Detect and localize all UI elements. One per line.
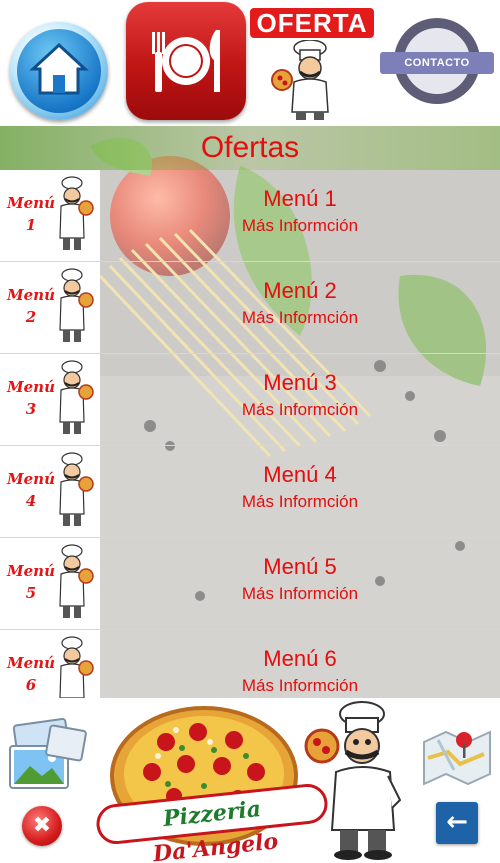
thumbnail-label: Menú 4 bbox=[7, 470, 55, 510]
pizzeria-logo: Pizzeria Da'Angelo bbox=[86, 702, 332, 863]
menu-title: Menú 5 bbox=[263, 554, 337, 579]
close-button[interactable]: ✖ bbox=[22, 806, 62, 846]
thumbnail-label: Menú 3 bbox=[7, 378, 55, 418]
menu-title: Menú 1 bbox=[263, 186, 337, 211]
list-item[interactable]: Menú 1 Menú 1 Más Informción bbox=[0, 170, 500, 262]
chef-icon bbox=[271, 40, 329, 120]
chef-icon bbox=[59, 636, 94, 698]
brand-name-a: Pizzeria bbox=[161, 795, 263, 833]
menu-title: Menú 3 bbox=[263, 370, 337, 395]
menu-title: Menú 2 bbox=[263, 278, 337, 303]
menu-thumbnail: Menú 3 bbox=[0, 354, 100, 445]
more-info-link[interactable]: Más Informción bbox=[100, 399, 500, 421]
menu-title: Menú 4 bbox=[263, 462, 337, 487]
offers-content: Ofertas Menú 1 Menú 1 Más Informción Men… bbox=[0, 126, 500, 698]
thumbnail-label: Menú 2 bbox=[7, 286, 55, 326]
more-info-link[interactable]: Más Informción bbox=[100, 491, 500, 513]
gallery-button[interactable] bbox=[6, 717, 88, 792]
footer: ✖ Pizzeria Da'Angelo ← bbox=[0, 698, 500, 863]
menu-thumbnail: Menú 2 bbox=[0, 262, 100, 353]
list-item[interactable]: Menú 5 Menú 5 Más Informción bbox=[0, 538, 500, 630]
chef-icon bbox=[59, 268, 94, 342]
menu-thumbnail: Menú 5 bbox=[0, 538, 100, 629]
menu-thumbnail: Menú 4 bbox=[0, 446, 100, 537]
menu-title: Menú 6 bbox=[263, 646, 337, 671]
contacto-label: CONTACTO bbox=[380, 52, 494, 74]
thumbnail-label: Menú 6 bbox=[7, 654, 55, 694]
chef-icon bbox=[59, 176, 94, 250]
chef-icon bbox=[59, 544, 94, 618]
chef-icon bbox=[59, 360, 94, 434]
list-item[interactable]: Menú 4 Menú 4 Más Informción bbox=[0, 446, 500, 538]
thumbnail-label: Menú 5 bbox=[7, 562, 55, 602]
map-button[interactable] bbox=[418, 718, 496, 788]
brand-name-b: Da'Angelo bbox=[151, 828, 280, 863]
back-button[interactable]: ← bbox=[436, 802, 478, 844]
chef-icon bbox=[59, 452, 94, 526]
list-item[interactable]: Menú 3 Menú 3 Más Informción bbox=[0, 354, 500, 446]
page-title: Ofertas bbox=[200, 131, 300, 164]
more-info-link[interactable]: Más Informción bbox=[100, 583, 500, 605]
photo-gallery-icon bbox=[9, 717, 87, 789]
thumbnail-label: Menú 1 bbox=[7, 194, 55, 234]
menu-button[interactable] bbox=[126, 2, 246, 120]
list-item[interactable]: Menú 6 Menú 6 Más Informción bbox=[0, 630, 500, 698]
back-arrow-icon: ← bbox=[446, 807, 468, 837]
oferta-button[interactable]: OFERTA bbox=[250, 2, 374, 122]
chef-mascot-icon bbox=[304, 701, 402, 860]
menu-thumbnail: Menú 1 bbox=[0, 170, 100, 261]
more-info-link[interactable]: Más Informción bbox=[100, 215, 500, 237]
top-navigation: OFERTA CONTACTO bbox=[0, 0, 500, 126]
map-pin-icon bbox=[423, 730, 491, 786]
list-item[interactable]: Menú 2 Menú 2 Más Informción bbox=[0, 262, 500, 354]
plate-fork-knife-icon bbox=[152, 30, 220, 92]
home-button[interactable] bbox=[10, 22, 108, 120]
contacto-button[interactable]: CONTACTO bbox=[380, 18, 494, 110]
oferta-label: OFERTA bbox=[250, 8, 374, 38]
close-icon: ✖ bbox=[32, 813, 52, 838]
home-icon bbox=[17, 29, 101, 113]
more-info-link[interactable]: Más Informción bbox=[100, 675, 500, 697]
more-info-link[interactable]: Más Informción bbox=[100, 307, 500, 329]
menu-thumbnail: Menú 6 bbox=[0, 630, 100, 698]
